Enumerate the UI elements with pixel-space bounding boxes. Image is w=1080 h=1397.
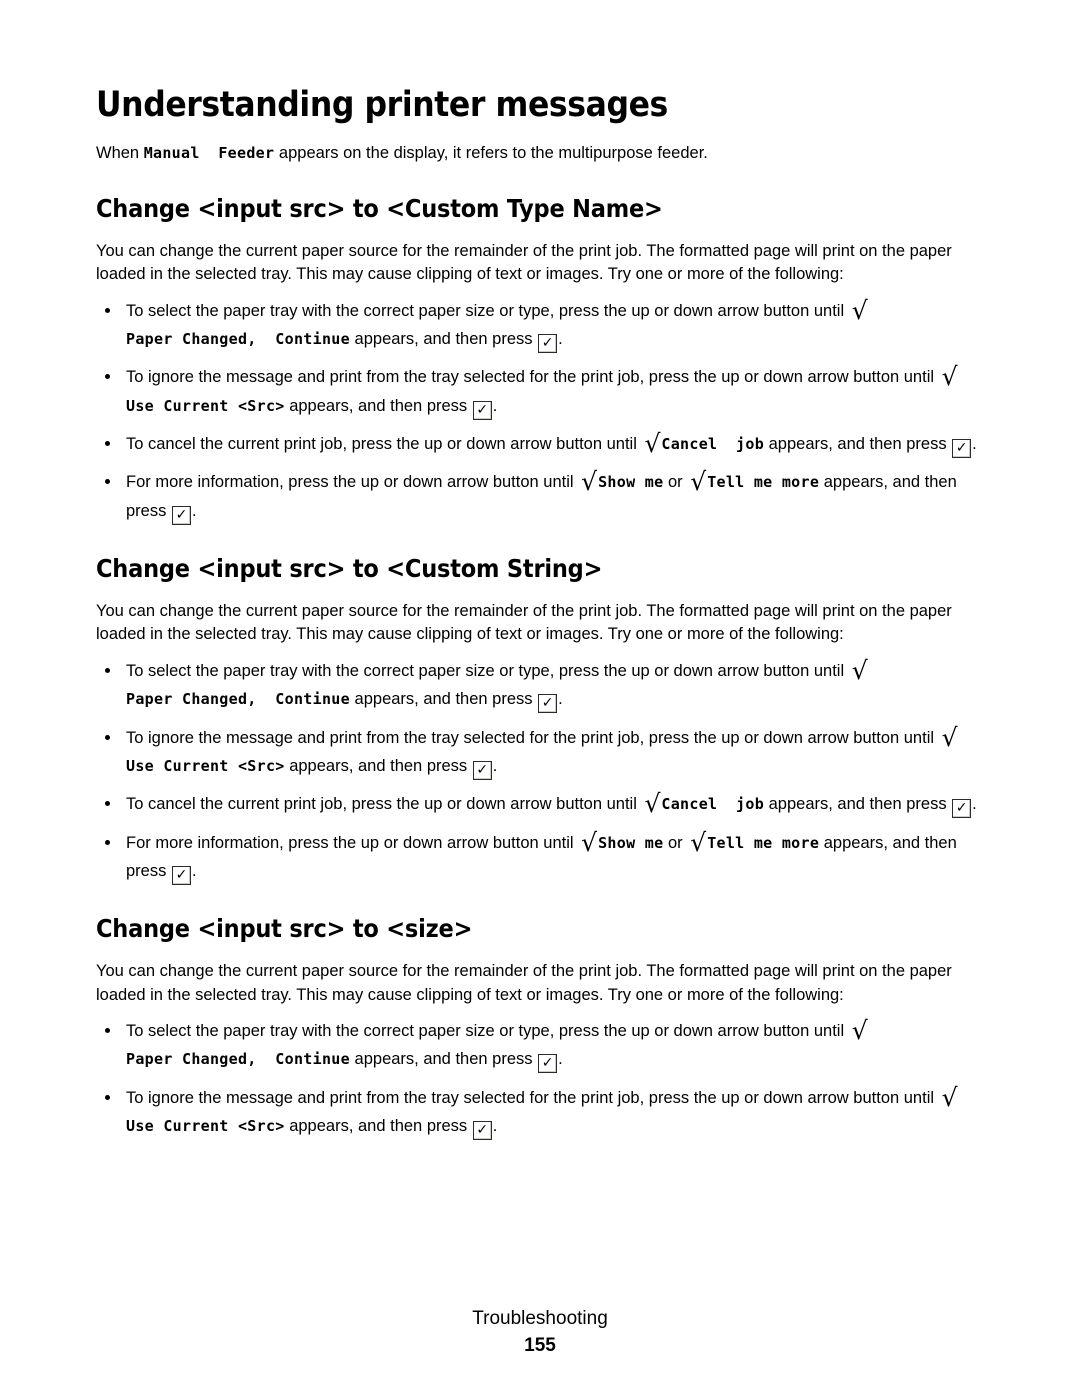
section-3-bullet-list: To select the paper tray with the correc… — [96, 1017, 990, 1141]
list-item: To cancel the current print job, press t… — [96, 430, 990, 459]
list-item: To ignore the message and print from the… — [96, 1084, 990, 1141]
section-1-paragraph: You can change the current paper source … — [96, 241, 952, 284]
period: . — [972, 435, 977, 454]
lcd-message: Cancel job — [661, 435, 765, 454]
bullet-text-after: appears, and then press — [764, 795, 952, 814]
lcd-message: Paper Changed, Continue — [126, 329, 350, 348]
bullet-text: To select the paper tray with the correc… — [126, 301, 849, 320]
lcd-message: Use Current <Src> — [126, 756, 285, 775]
bullet-text: To select the paper tray with the correc… — [126, 661, 849, 680]
section-2-paragraph: You can change the current paper source … — [96, 601, 952, 644]
bullet-text-after: appears, and then press — [349, 329, 538, 348]
bullet-text-after: appears, and then press — [349, 690, 538, 709]
bullet-text-after: appears, and then press — [284, 1117, 472, 1136]
list-item: To cancel the current print job, press t… — [96, 790, 990, 819]
lcd-message: Paper Changed, Continue — [126, 1050, 350, 1069]
bullet-text: For more information, press the up or do… — [126, 473, 579, 492]
section-heading-custom-type-name: Change <input src> to <Custom Type Name> — [96, 193, 663, 223]
intro-paragraph: When Manual Feeder appears on the displa… — [96, 143, 990, 165]
footer-chapter-label: Troubleshooting — [472, 1307, 608, 1329]
select-key-icon: ✓ — [472, 400, 492, 420]
section-3-paragraph: You can change the current paper source … — [96, 962, 952, 1004]
intro-lcd-message: Manual Feeder — [143, 144, 275, 163]
bullet-text: To ignore the message and print from the… — [126, 368, 939, 387]
select-key-icon: ✓ — [538, 694, 558, 714]
intro-text-after: appears on the display, it refers to the… — [274, 144, 708, 163]
list-item: For more information, press the up or do… — [96, 829, 990, 886]
list-item: To select the paper tray with the correc… — [96, 1017, 990, 1074]
select-key-icon: ✓ — [952, 439, 972, 459]
bullet-text: To select the paper tray with the correc… — [126, 1021, 849, 1040]
page-footer: Troubleshooting 155 — [0, 1307, 1080, 1359]
section-heading-size: Change <input src> to <size> — [96, 914, 473, 944]
list-item: To ignore the message and print from the… — [96, 724, 990, 781]
period: . — [492, 1117, 498, 1136]
page-title: Understanding printer messages — [96, 85, 668, 125]
period: . — [558, 1050, 563, 1069]
select-key-icon: ✓ — [472, 760, 492, 780]
select-key-icon: ✓ — [952, 799, 972, 819]
lcd-message-tell-me-more: Tell me more — [707, 833, 820, 852]
period: . — [191, 862, 197, 881]
lcd-message-show-me: Show me — [598, 833, 664, 852]
bullet-text: To ignore the message and print from the… — [126, 728, 939, 747]
period: . — [492, 756, 498, 775]
bullet-text-after: appears, and then press — [284, 396, 472, 415]
lcd-message: Use Current <Src> — [126, 1117, 285, 1136]
list-item: To select the paper tray with the correc… — [96, 297, 990, 354]
section-1-bullet-list: To select the paper tray with the correc… — [96, 297, 990, 526]
select-key-icon: ✓ — [472, 1121, 492, 1141]
period: . — [492, 396, 498, 415]
select-key-icon: ✓ — [171, 505, 191, 525]
bullet-text: For more information, press the up or do… — [126, 833, 579, 852]
bullet-text: To ignore the message and print from the… — [126, 1088, 939, 1107]
period: . — [558, 690, 563, 709]
period: . — [972, 795, 977, 814]
intro-text-before: When — [96, 144, 144, 163]
conjunction-or: or — [663, 473, 688, 492]
period: . — [191, 501, 197, 520]
list-item: To ignore the message and print from the… — [96, 363, 990, 420]
select-key-icon: ✓ — [538, 1054, 558, 1074]
list-item: To select the paper tray with the correc… — [96, 657, 990, 714]
section-heading-custom-string: Change <input src> to <Custom String> — [96, 554, 603, 584]
conjunction-or: or — [663, 833, 688, 852]
select-key-icon: ✓ — [538, 333, 558, 353]
lcd-message: Cancel job — [661, 795, 765, 814]
footer-page-number: 155 — [524, 1335, 556, 1357]
lcd-message: Paper Changed, Continue — [126, 690, 350, 709]
select-key-icon: ✓ — [171, 866, 191, 886]
section-2-bullet-list: To select the paper tray with the correc… — [96, 657, 990, 886]
document-page: Understanding printer messages When Manu… — [0, 0, 1080, 1397]
bullet-text-after: appears, and then press — [284, 756, 472, 775]
bullet-text-after: appears, and then press — [349, 1050, 538, 1069]
lcd-message-show-me: Show me — [598, 473, 664, 492]
period: . — [558, 329, 563, 348]
lcd-message: Use Current <Src> — [126, 396, 285, 415]
lcd-message-tell-me-more: Tell me more — [707, 473, 820, 492]
list-item: For more information, press the up or do… — [96, 468, 990, 525]
bullet-text-after: appears, and then press — [764, 435, 952, 454]
bullet-text: To cancel the current print job, press t… — [126, 435, 642, 454]
bullet-text: To cancel the current print job, press t… — [126, 795, 642, 814]
